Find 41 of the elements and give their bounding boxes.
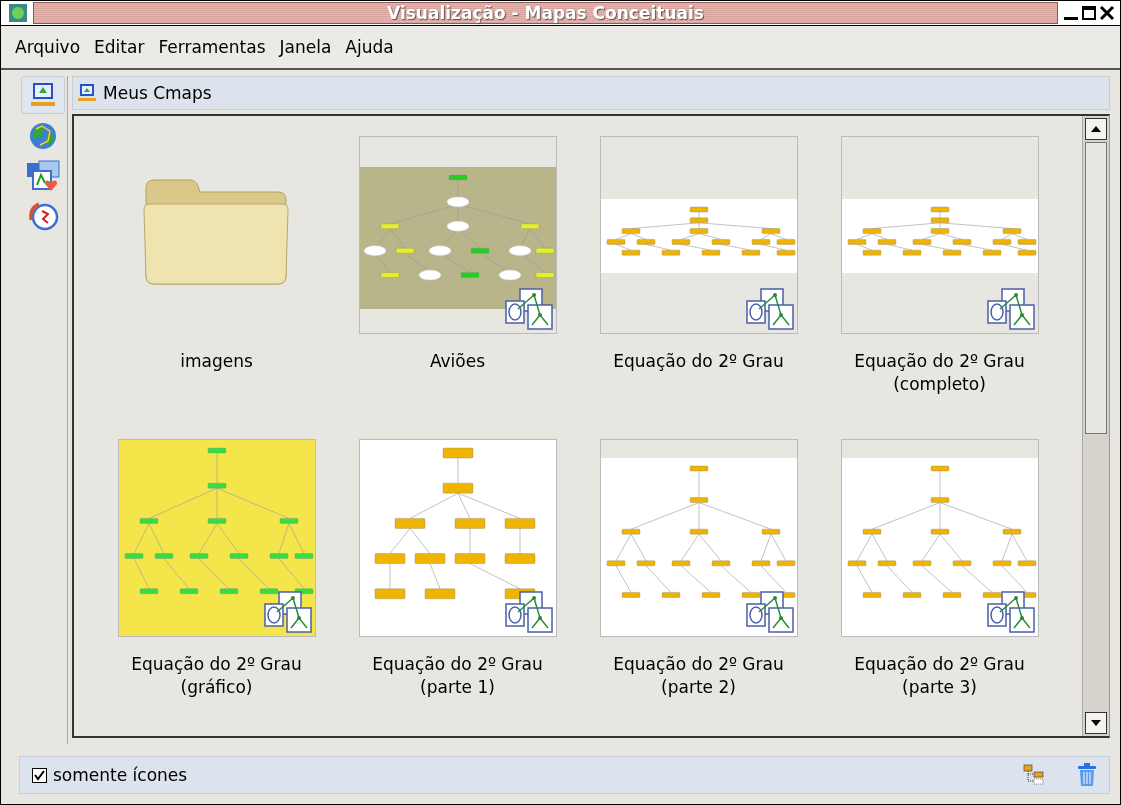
tree-icon[interactable] bbox=[1023, 764, 1045, 786]
checkbox[interactable] bbox=[32, 767, 47, 783]
globe-icon bbox=[28, 121, 58, 151]
concept-map-badge-icon bbox=[744, 590, 795, 634]
item-label: Equação do 2º Grau (parte 2) bbox=[612, 653, 785, 699]
item-label: Aviões bbox=[428, 350, 487, 373]
app-icon bbox=[9, 4, 27, 22]
down-arrow-icon bbox=[1091, 719, 1101, 727]
concept-map-badge-icon bbox=[503, 590, 554, 634]
menu-item[interactable]: Ajuda bbox=[345, 37, 394, 57]
folder-picture-heart-icon bbox=[25, 159, 61, 193]
concept-map-drawing[interactable] bbox=[359, 440, 556, 636]
menu-item[interactable]: Arquivo bbox=[15, 37, 81, 57]
item-label: Equação do 2º Grau (parte 1) bbox=[371, 653, 544, 699]
clock-refresh-icon bbox=[27, 200, 59, 232]
concept-map-badge-icon bbox=[262, 590, 313, 634]
item-label: Equação do 2º Grau (parte 3) bbox=[853, 653, 1026, 699]
concept-map-drawing[interactable] bbox=[118, 440, 315, 636]
concept-map-badge-icon bbox=[744, 287, 795, 331]
menu-item[interactable]: Ferramentas bbox=[158, 37, 266, 57]
concept-map-badge-icon bbox=[503, 287, 554, 331]
up-arrow-icon bbox=[1091, 125, 1101, 133]
item-label: Equação do 2º Grau (completo) bbox=[853, 350, 1026, 396]
close-icon[interactable] bbox=[1100, 5, 1114, 21]
maximize-icon[interactable] bbox=[1082, 5, 1096, 21]
scrollbar-thumb[interactable] bbox=[1085, 142, 1107, 434]
scroll-down-button[interactable] bbox=[1085, 712, 1107, 734]
concept-map-badge-icon bbox=[985, 590, 1036, 634]
item-label: imagens bbox=[179, 350, 254, 373]
computer-icon bbox=[77, 83, 97, 103]
window-title: Visualização - Mapas Conceituais bbox=[33, 2, 1058, 24]
item-label: Equação do 2º Grau (gráfico) bbox=[130, 653, 303, 699]
panel-title: Meus Cmaps bbox=[103, 83, 212, 103]
menu-item[interactable]: Janela bbox=[279, 37, 332, 57]
menu-item[interactable]: Editar bbox=[94, 37, 145, 57]
trash-icon[interactable] bbox=[1077, 763, 1097, 787]
item-label: Equação do 2º Grau bbox=[612, 350, 785, 373]
concept-map-badge-icon bbox=[985, 287, 1036, 331]
scroll-up-button[interactable] bbox=[1085, 118, 1107, 140]
computer-icon bbox=[29, 81, 57, 109]
sidebar-button[interactable] bbox=[21, 76, 65, 114]
